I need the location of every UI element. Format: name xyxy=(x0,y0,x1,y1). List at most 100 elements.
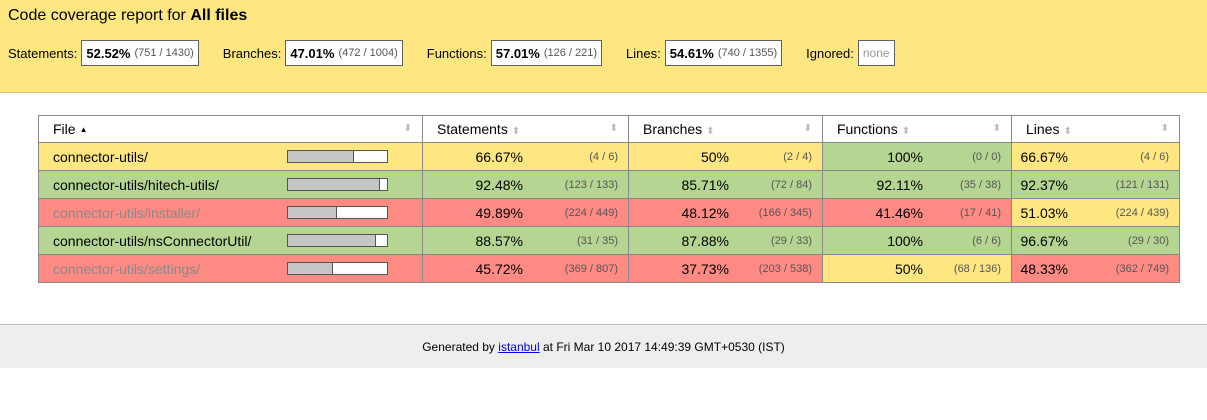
statements-cell: 49.89% (224 / 449) xyxy=(422,198,629,227)
pct: 92.37% xyxy=(1020,176,1068,193)
pct: 100% xyxy=(887,148,923,165)
metric-branches: Branches: 47.01% (472 / 1004) xyxy=(223,40,403,66)
file-link[interactable]: connector-utils/ xyxy=(53,149,287,165)
frac: (29 / 30) xyxy=(1128,234,1169,247)
pct: 92.11% xyxy=(876,176,923,193)
table-row: connector-utils/installer/ 49.89% (224 / … xyxy=(38,198,1180,227)
functions-cell: 92.11% (35 / 38) xyxy=(822,170,1012,199)
frac: (166 / 345) xyxy=(758,206,812,219)
frac: (17 / 41) xyxy=(960,206,1001,219)
frac: (203 / 538) xyxy=(758,262,812,275)
functions-cell: 41.46% (17 / 41) xyxy=(822,198,1012,227)
file-cell: connector-utils/ xyxy=(38,142,423,171)
lines-cell: 51.03% (224 / 439) xyxy=(1011,198,1180,227)
column-header-label: Branches xyxy=(643,121,703,137)
branches-cell: 37.73% (203 / 538) xyxy=(628,254,823,283)
column-header-statements[interactable]: Statements ⬍ ⬍ xyxy=(422,115,629,143)
sort-ascending-icon: ▲ xyxy=(79,125,88,134)
pct: 48.33% xyxy=(1020,260,1068,277)
column-header-label: File xyxy=(53,121,76,137)
file-cell: connector-utils/installer/ xyxy=(38,198,423,227)
column-header-lines[interactable]: Lines ⬍ ⬍ xyxy=(1011,115,1180,143)
footer-suffix: at Fri Mar 10 2017 14:49:39 GMT+0530 (IS… xyxy=(543,340,785,354)
pct: 50% xyxy=(700,148,729,165)
metric-box: 54.61% (740 / 1355) xyxy=(664,40,783,66)
file-link[interactable]: connector-utils/nsConnectorUtil/ xyxy=(53,233,287,249)
lines-cell: 92.37% (121 / 131) xyxy=(1011,170,1180,199)
file-cell: connector-utils/hitech-utils/ xyxy=(38,170,423,199)
table-row: connector-utils/hitech-utils/ 92.48% (123… xyxy=(38,170,1180,199)
column-header-label: Functions xyxy=(837,121,898,137)
metric-label: Ignored: xyxy=(806,45,854,61)
sort-icon: ⬍ xyxy=(1063,126,1072,137)
branches-cell: 87.88% (29 / 33) xyxy=(628,226,823,255)
coverage-bar xyxy=(287,206,388,219)
metric-label: Lines: xyxy=(626,45,661,61)
metric-pct: 57.01% xyxy=(495,45,540,61)
metric-frac: (740 / 1355) xyxy=(717,47,778,59)
footer-prefix: Generated by xyxy=(422,340,495,354)
summary-metrics: Statements: 52.52% (751 / 1430) Branches… xyxy=(8,39,919,67)
frac: (123 / 133) xyxy=(564,178,618,191)
title-prefix: Code coverage report for xyxy=(8,7,186,24)
functions-cell: 100% (6 / 6) xyxy=(822,226,1012,255)
branches-cell: 85.71% (72 / 84) xyxy=(628,170,823,199)
statements-cell: 88.57% (31 / 35) xyxy=(422,226,629,255)
sort-icon: ⬍ xyxy=(901,126,911,137)
column-header-file[interactable]: File ▲ ⬍ xyxy=(38,115,423,143)
metric-box: 52.52% (751 / 1430) xyxy=(81,40,199,66)
frac: (2 / 4) xyxy=(783,150,812,163)
branches-cell: 48.12% (166 / 345) xyxy=(628,198,823,227)
frac: (4 / 6) xyxy=(1140,150,1169,163)
sort-icon: ⬍ xyxy=(992,123,1001,134)
sort-icon: ⬍ xyxy=(609,123,618,134)
frac: (31 / 35) xyxy=(577,234,618,247)
frac: (4 / 6) xyxy=(589,150,618,163)
sort-icon: ⬍ xyxy=(403,123,412,134)
metric-pct: 54.61% xyxy=(669,45,714,61)
metric-label: Functions: xyxy=(426,45,487,61)
metric-pct: 52.52% xyxy=(86,45,131,61)
statements-cell: 45.72% (369 / 807) xyxy=(422,254,629,283)
coverage-bar-fill xyxy=(288,151,354,162)
column-header-functions[interactable]: Functions ⬍ ⬍ xyxy=(822,115,1012,143)
column-header-branches[interactable]: Branches ⬍ ⬍ xyxy=(628,115,823,143)
pct: 37.73% xyxy=(681,260,729,277)
coverage-bar-fill xyxy=(288,179,380,190)
pct: 92.48% xyxy=(475,176,523,193)
pct: 85.71% xyxy=(681,176,729,193)
file-link[interactable]: connector-utils/hitech-utils/ xyxy=(53,177,287,193)
frac: (369 / 807) xyxy=(564,262,618,275)
report-header: Code coverage report for All files State… xyxy=(0,0,1207,93)
pct: 51.03% xyxy=(1020,204,1068,221)
metric-frac: (472 / 1004) xyxy=(338,47,398,59)
file-link[interactable]: connector-utils/installer/ xyxy=(53,205,287,221)
footer: Generated by istanbul at Fri Mar 10 2017… xyxy=(0,324,1207,368)
pct: 96.67% xyxy=(1020,232,1068,249)
pct: 66.67% xyxy=(1020,148,1068,165)
istanbul-link[interactable]: istanbul xyxy=(498,340,539,354)
pct: 48.12% xyxy=(681,204,729,221)
metric-box: none xyxy=(857,40,895,66)
pct: 87.88% xyxy=(681,232,729,249)
coverage-table: File ▲ ⬍ Statements ⬍ ⬍ Branches ⬍ ⬍ Functi… xyxy=(38,115,1180,283)
frac: (121 / 131) xyxy=(1115,178,1169,191)
ignored-value: none xyxy=(862,46,890,60)
metric-ignored: Ignored: none xyxy=(806,40,895,66)
frac: (29 / 33) xyxy=(771,234,812,247)
column-header-label: Lines xyxy=(1026,121,1060,137)
sort-icon: ⬍ xyxy=(1160,123,1169,134)
coverage-bar xyxy=(287,150,388,163)
coverage-bar xyxy=(287,262,388,275)
file-link[interactable]: connector-utils/settings/ xyxy=(53,261,287,277)
metric-label: Statements: xyxy=(8,45,78,61)
metric-box: 57.01% (126 / 221) xyxy=(490,40,603,66)
pct: 49.89% xyxy=(475,204,523,221)
metric-lines: Lines: 54.61% (740 / 1355) xyxy=(626,40,783,66)
file-cell: connector-utils/settings/ xyxy=(38,254,423,283)
metric-box: 47.01% (472 / 1004) xyxy=(285,40,403,66)
file-cell: connector-utils/nsConnectorUtil/ xyxy=(38,226,423,255)
pct: 41.46% xyxy=(875,204,923,221)
frac: (6 / 6) xyxy=(972,234,1001,247)
title-scope: All files xyxy=(190,7,248,24)
